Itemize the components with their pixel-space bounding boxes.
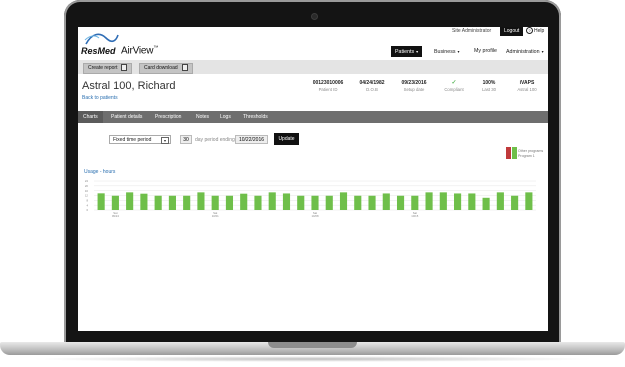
- y-tick-label: 0: [86, 208, 88, 212]
- card-download-button[interactable]: Card download: [139, 63, 193, 74]
- usage-bar: [211, 195, 219, 210]
- y-tick-label: 24: [85, 179, 89, 183]
- usage-bar: [282, 193, 291, 210]
- legend-label-other: Other programs: [518, 149, 544, 153]
- logout-button[interactable]: Logout: [500, 27, 524, 36]
- chevron-down-icon: ▾: [416, 49, 419, 54]
- patient-name: Astral 100, Richard: [82, 80, 176, 92]
- usage-bar: [382, 193, 390, 210]
- tab-logs[interactable]: Logs: [215, 111, 236, 123]
- stat-device: iVAPS Astral 100: [517, 80, 537, 92]
- stat-compliant: ✓ Compliant: [438, 80, 470, 93]
- chart-legend: Other programs Program 1: [518, 149, 543, 158]
- stat-patient-id: 00123010006 Patient ID: [312, 80, 344, 92]
- usage-bar: [325, 195, 333, 210]
- usage-bar: [496, 192, 504, 210]
- period-select[interactable]: Fixed time period ▾: [109, 135, 171, 144]
- laptop-shadow: [30, 356, 595, 362]
- nav-administration[interactable]: Administration ▾: [502, 46, 548, 57]
- legend-swatch-program: [512, 147, 517, 159]
- usage-bar: [368, 195, 376, 210]
- legend-swatch-other: [506, 147, 511, 159]
- x-tick-label: 10/15: [411, 214, 418, 218]
- y-tick-label: 4: [86, 203, 88, 207]
- usage-bar: [354, 195, 362, 210]
- nav-business[interactable]: Business ▾: [430, 46, 464, 57]
- usage-bar: [126, 192, 134, 210]
- usage-bar: [297, 195, 305, 210]
- usage-bar: [183, 195, 191, 210]
- usage-bar: [154, 195, 162, 210]
- usage-bar: [511, 195, 519, 210]
- resmed-logo-swoosh-icon: [84, 33, 119, 45]
- days-input[interactable]: 30: [180, 135, 192, 144]
- nav-my-profile[interactable]: My profile: [470, 46, 501, 57]
- usage-bar: [525, 192, 533, 210]
- back-to-patients-link[interactable]: Back to patients: [82, 95, 118, 101]
- tab-notes[interactable]: Notes: [191, 111, 214, 123]
- chevron-down-icon: ▾: [161, 137, 169, 144]
- y-tick-label: 16: [85, 189, 89, 193]
- stat-setup-date: 09/23/2016 Setup date: [401, 80, 427, 92]
- usage-bar: [468, 193, 476, 210]
- checkmark-icon: ✓: [451, 80, 457, 86]
- stat-last-30: 100% Last 30: [481, 80, 497, 92]
- days-label: day period ending: [195, 137, 235, 143]
- laptop-notch: [268, 342, 357, 348]
- app-name: AirView™: [121, 45, 159, 57]
- user-link[interactable]: Site Administrator: [452, 28, 491, 34]
- usage-bar: [197, 192, 205, 210]
- update-button[interactable]: Update: [274, 133, 299, 145]
- usage-bar: [111, 195, 119, 210]
- sd-card-icon: [181, 64, 188, 72]
- chart-panel: [78, 123, 548, 331]
- usage-bar: [425, 192, 433, 210]
- usage-bar: [439, 192, 447, 210]
- app-screen: ResMed AirView™ Site Administrator Logou…: [78, 27, 548, 331]
- chevron-down-icon: ▾: [541, 49, 544, 54]
- usage-bar: [254, 195, 262, 210]
- usage-bar: [311, 195, 319, 210]
- tab-bar: [78, 111, 548, 123]
- x-tick-label: 10/01: [212, 214, 219, 218]
- chevron-down-icon: ▾: [457, 49, 460, 54]
- usage-bar: [482, 197, 490, 210]
- y-tick-label: 20: [85, 184, 89, 188]
- tab-thresholds[interactable]: Thresholds: [238, 111, 273, 123]
- tab-prescription[interactable]: Prescription: [150, 111, 186, 123]
- y-tick-label: 12: [85, 194, 89, 198]
- y-tick-label: 8: [86, 199, 88, 203]
- create-report-button[interactable]: Create report: [83, 63, 133, 74]
- camera: [312, 14, 317, 19]
- x-tick-label: 09/24: [112, 214, 119, 218]
- usage-bar: [339, 192, 348, 210]
- usage-bar: [97, 193, 105, 210]
- help-icon: ?: [526, 27, 533, 35]
- help-link[interactable]: ? Help: [526, 27, 544, 36]
- usage-chart: 04812162024Sat09/24Sat10/01Sat10/08Sat10…: [85, 179, 536, 218]
- usage-bar: [140, 193, 148, 210]
- usage-bar: [454, 193, 462, 210]
- usage-bar: [225, 195, 234, 210]
- usage-bar: [411, 195, 419, 210]
- brand-logo[interactable]: ResMed: [81, 46, 116, 56]
- nav-patients[interactable]: Patients ▾: [391, 46, 423, 57]
- usage-bar: [268, 192, 276, 210]
- usage-bar: [240, 193, 248, 210]
- end-date-input[interactable]: 10/22/2016: [235, 135, 268, 144]
- usage-bar: [396, 195, 405, 210]
- stat-dob: 04/24/1982 D.O.B: [359, 80, 385, 92]
- x-tick-label: 10/08: [312, 214, 319, 218]
- tab-patient-details[interactable]: Patient details: [106, 111, 147, 123]
- chart-title: Usage - hours: [84, 169, 116, 175]
- usage-bar: [168, 195, 176, 210]
- report-icon: [121, 64, 128, 72]
- legend-label-program: Program 1: [518, 153, 535, 158]
- tab-charts[interactable]: Charts: [78, 111, 103, 123]
